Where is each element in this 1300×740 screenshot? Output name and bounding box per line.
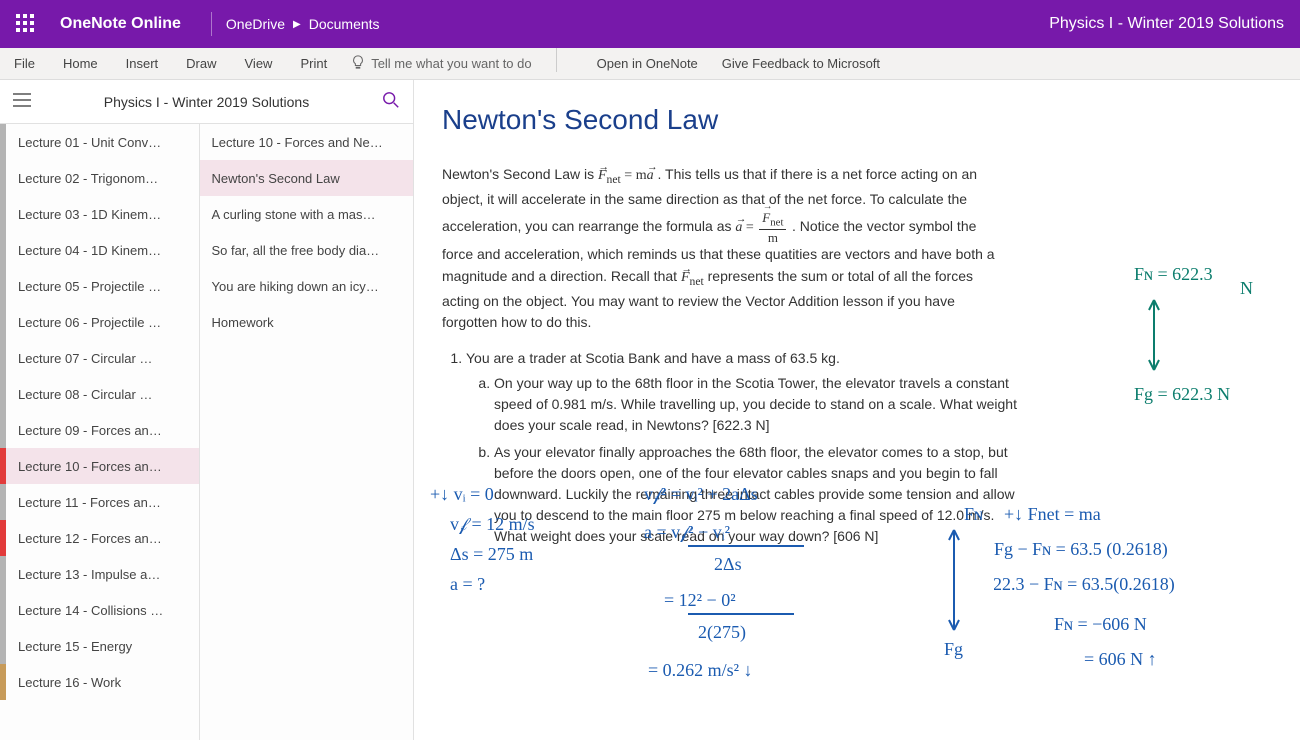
app-launcher-icon[interactable] [16, 14, 36, 34]
tab-view[interactable]: View [231, 48, 287, 79]
breadcrumb-root[interactable]: OneDrive [226, 16, 285, 32]
breadcrumb-folder[interactable]: Documents [309, 16, 380, 32]
svg-text:Fg = 622.3 N: Fg = 622.3 N [1134, 384, 1230, 404]
svg-text:2(275): 2(275) [698, 622, 746, 643]
page-content[interactable]: Newton's Second Law Newton's Second Law … [414, 80, 1300, 740]
open-in-onenote-link[interactable]: Open in OneNote [585, 56, 710, 71]
intro-text: Newton's Second Law is [442, 166, 598, 182]
section-item[interactable]: Lecture 04 - 1D Kinem… [0, 232, 199, 268]
section-item[interactable]: Lecture 02 - Trigonom… [0, 160, 199, 196]
section-item[interactable]: Lecture 11 - Forces an… [0, 484, 199, 520]
page-item[interactable]: Homework [200, 304, 413, 340]
document-title: Physics I - Winter 2019 Solutions [1049, 15, 1284, 33]
search-icon[interactable] [369, 91, 413, 112]
q1a: On your way up to the 68th floor in the … [494, 373, 1026, 436]
section-item[interactable]: Lecture 06 - Projectile … [0, 304, 199, 340]
svg-text:a = ?: a = ? [450, 574, 485, 594]
lightbulb-icon [351, 55, 365, 72]
main-area: Physics I - Winter 2019 Solutions Lectur… [0, 80, 1300, 740]
page-title[interactable]: Newton's Second Law [442, 104, 1268, 136]
section-item[interactable]: Lecture 07 - Circular … [0, 340, 199, 376]
svg-text:Fg: Fg [944, 639, 963, 659]
section-item[interactable]: Lecture 10 - Forces an… [0, 448, 199, 484]
navigation-pane: Physics I - Winter 2019 Solutions Lectur… [0, 80, 414, 740]
breadcrumb[interactable]: OneDrive ▶ Documents [226, 16, 380, 32]
q1b: As your elevator finally approaches the … [494, 442, 1026, 547]
app-name: OneNote Online [60, 15, 181, 33]
tab-draw[interactable]: Draw [172, 48, 230, 79]
section-item[interactable]: Lecture 08 - Circular … [0, 376, 199, 412]
page-item[interactable]: Lecture 10 - Forces and Ne… [200, 124, 413, 160]
page-list[interactable]: Lecture 10 - Forces and Ne…Newton's Seco… [200, 124, 413, 740]
section-item[interactable]: Lecture 12 - Forces an… [0, 520, 199, 556]
divider [556, 48, 557, 72]
section-item[interactable]: Lecture 01 - Unit Conv… [0, 124, 199, 160]
section-item[interactable]: Lecture 13 - Impulse a… [0, 556, 199, 592]
tell-me-label: Tell me what you want to do [371, 56, 531, 71]
section-item[interactable]: Lecture 05 - Projectile … [0, 268, 199, 304]
section-item[interactable]: Lecture 15 - Energy [0, 628, 199, 664]
ink-fbd-top: Fɴ = 622.3 N Fg = 622.3 N [1014, 260, 1274, 420]
page-item[interactable]: A curling stone with a mas… [200, 196, 413, 232]
notebook-title[interactable]: Physics I - Winter 2019 Solutions [44, 94, 369, 110]
nav-header: Physics I - Winter 2019 Solutions [0, 80, 413, 124]
section-list[interactable]: Lecture 01 - Unit Conv…Lecture 02 - Trig… [0, 124, 200, 740]
section-item[interactable]: Lecture 09 - Forces an… [0, 412, 199, 448]
svg-text:622.3 − Fɴ = 63.5(0.2618): 622.3 − Fɴ = 63.5(0.2618) [994, 574, 1175, 595]
tab-file[interactable]: File [0, 48, 49, 79]
svg-text:2Δs: 2Δs [714, 554, 742, 574]
hamburger-icon[interactable] [0, 93, 44, 110]
tab-home[interactable]: Home [49, 48, 112, 79]
body-text[interactable]: Newton's Second Law is Fnet = ma . This … [442, 164, 1002, 334]
section-item[interactable]: Lecture 16 - Work [0, 664, 199, 700]
give-feedback-link[interactable]: Give Feedback to Microsoft [710, 56, 892, 71]
ink-newton-solve: +↓ Fnet = ma Fg − Fɴ = 63.5 (0.2618) 622… [994, 500, 1300, 700]
divider [211, 12, 212, 36]
page-item[interactable]: You are hiking down an icy… [200, 268, 413, 304]
page-item[interactable]: So far, all the free body dia… [200, 232, 413, 268]
svg-text:Δs = 275 m: Δs = 275 m [450, 544, 533, 564]
problem-list[interactable]: You are a trader at Scotia Bank and have… [466, 348, 1026, 547]
svg-text:N: N [1240, 278, 1253, 298]
chevron-right-icon: ▶ [293, 19, 301, 30]
tab-insert[interactable]: Insert [112, 48, 173, 79]
page-item[interactable]: Newton's Second Law [200, 160, 413, 196]
svg-text:Fɴ = −606 N: Fɴ = −606 N [1054, 614, 1147, 634]
svg-text:Fɴ = 622.3: Fɴ = 622.3 [1134, 264, 1213, 284]
section-item[interactable]: Lecture 03 - 1D Kinem… [0, 196, 199, 232]
tab-print[interactable]: Print [286, 48, 341, 79]
ribbon: File Home Insert Draw View Print Tell me… [0, 48, 1300, 80]
title-bar: OneNote Online OneDrive ▶ Documents Phys… [0, 0, 1300, 48]
svg-text:= 606 N ↑: = 606 N ↑ [1084, 649, 1157, 669]
q1-stem: You are a trader at Scotia Bank and have… [466, 350, 840, 366]
svg-text:= 12² − 0²: = 12² − 0² [664, 590, 736, 610]
svg-text:= 0.262 m/s² ↓: = 0.262 m/s² ↓ [648, 660, 753, 680]
section-item[interactable]: Lecture 14 - Collisions … [0, 592, 199, 628]
tell-me-search[interactable]: Tell me what you want to do [341, 48, 541, 79]
